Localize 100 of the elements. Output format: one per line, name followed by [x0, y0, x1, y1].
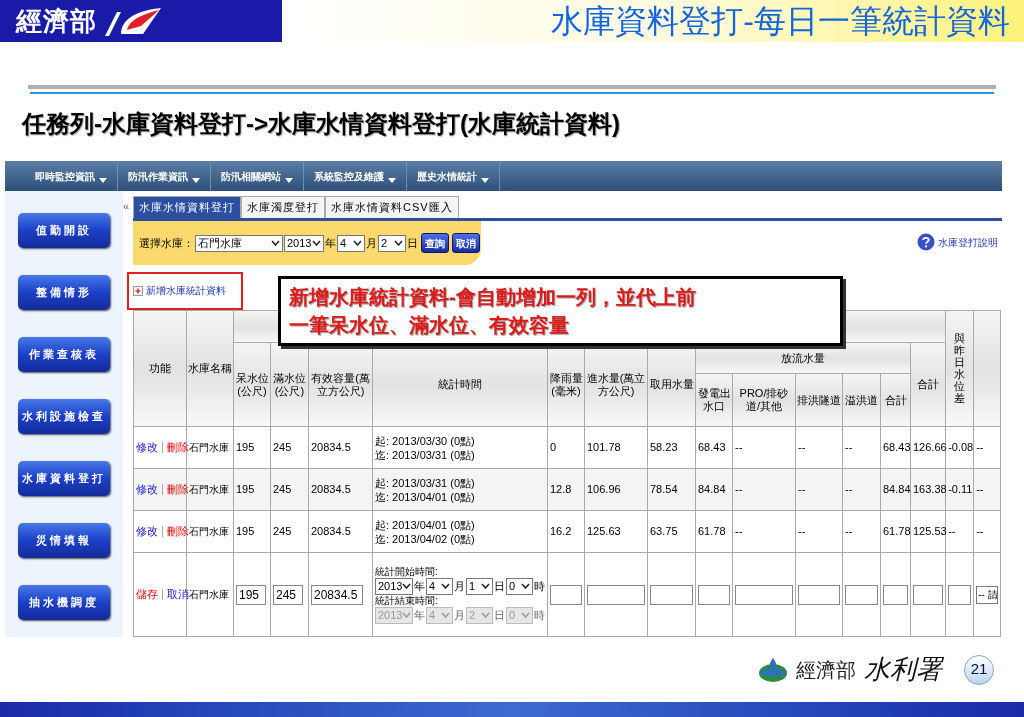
table-cell: 245: [273, 525, 292, 538]
table-cell: 16.2: [550, 525, 572, 538]
delete-link[interactable]: 儲存: [136, 586, 158, 603]
input-field[interactable]: 195: [236, 584, 266, 605]
table-cell: 78.54: [650, 483, 678, 496]
chevron-icon: [521, 612, 530, 618]
sidebar-button[interactable]: 抽水機調度: [18, 585, 110, 620]
table-cell: 68.43: [698, 441, 726, 454]
table-cell: --: [976, 483, 984, 496]
help-icon[interactable]: [917, 233, 935, 251]
table-cell: --: [845, 441, 853, 454]
input-field[interactable]: [798, 584, 840, 605]
table-cell: -0.08: [948, 441, 974, 454]
add-link[interactable]: 新增水庫統計資料: [146, 283, 226, 298]
sidebar-button[interactable]: 值勤開設: [18, 213, 110, 248]
table-cell-text: 迄: 2013/04/01 (0點): [375, 489, 476, 504]
chevron-icon: [271, 240, 280, 246]
add-icon: [133, 285, 143, 296]
input-field[interactable]: [948, 584, 972, 605]
input-field[interactable]: [587, 584, 645, 605]
table-cell: 石門水庫: [189, 442, 229, 454]
edit-link[interactable]: 修改: [136, 439, 158, 456]
chevron-icon: [481, 583, 490, 589]
caret-icon: [481, 177, 489, 183]
input-field[interactable]: [735, 584, 793, 605]
dropdown[interactable]: 2013: [284, 234, 324, 252]
chevron-icon: [402, 583, 412, 589]
menu-item[interactable]: 歷史水情統計: [407, 161, 500, 191]
column-header: 排洪隧道: [797, 393, 841, 406]
unit-label: 年: [414, 578, 425, 594]
dropdown[interactable]: 0: [506, 577, 533, 595]
dropdown[interactable]: 4: [337, 234, 365, 252]
tab[interactable]: 水庫濁度登打: [241, 196, 325, 218]
edit-link[interactable]: 修改: [136, 481, 158, 498]
sidebar-button[interactable]: 作業查核表: [18, 337, 110, 372]
table-cell: 0: [550, 441, 557, 454]
table-cell-text: 起: 2013/03/31 (0點): [375, 475, 476, 490]
input-field[interactable]: [550, 584, 582, 605]
chevron-icon: [353, 240, 362, 246]
unit-label: 月: [454, 607, 465, 623]
delete-link[interactable]: 刪除: [167, 481, 189, 498]
table-cell-text: 起: 2013/03/30 (0點): [375, 433, 476, 448]
input-field[interactable]: [883, 584, 908, 605]
table-cell-text: 迄: 2013/04/02 (0點): [375, 531, 476, 546]
page-number: 21: [964, 654, 994, 685]
menu-item[interactable]: 系統監控及維護: [304, 161, 407, 191]
column-header: 統計時間: [438, 378, 482, 390]
table-cell: --: [845, 525, 853, 538]
column-header: 放流水量: [781, 351, 825, 364]
table-cell: 245: [273, 483, 292, 496]
column-header: 取用水量: [649, 378, 694, 390]
edit-link[interactable]: 取消: [167, 586, 189, 603]
field-label: 統計結束時間:: [375, 594, 439, 607]
chevron-icon: [441, 583, 450, 589]
input-field[interactable]: 245: [273, 584, 303, 605]
sidebar-button[interactable]: 災情填報: [18, 523, 110, 558]
unit-label: 日: [494, 607, 505, 623]
unit-label: 時: [534, 578, 545, 594]
delete-link[interactable]: 刪除: [167, 523, 189, 540]
dropdown[interactable]: 4: [426, 577, 453, 595]
org-name: 經濟部: [16, 4, 97, 38]
table-cell: 84.84: [698, 483, 726, 496]
sidebar-button[interactable]: 水利設施檢查: [18, 399, 110, 434]
chevron-icon: [312, 240, 321, 246]
query-button[interactable]: 查詢: [421, 233, 449, 253]
delete-link[interactable]: 刪除: [167, 439, 189, 456]
input-field[interactable]: 20834.5: [311, 584, 363, 605]
sidebar-button[interactable]: 整備情形: [18, 275, 110, 310]
input-field[interactable]: [698, 584, 730, 605]
dropdown[interactable]: 1: [466, 577, 493, 595]
tab[interactable]: 水庫水情資料CSV匯入: [325, 196, 459, 218]
input-field[interactable]: [650, 584, 693, 605]
collapse-toggle[interactable]: «: [123, 200, 130, 212]
menu-item[interactable]: 防汛相關網站: [211, 161, 304, 191]
table-cell: --: [735, 441, 743, 454]
table-cell: 61.78: [698, 525, 726, 538]
table-cell: -0.11: [948, 483, 973, 496]
input-field[interactable]: [913, 584, 944, 605]
table-cell: 84.84: [883, 483, 911, 496]
dropdown[interactable]: 2: [378, 234, 406, 252]
dropdown[interactable]: -- 請: [976, 585, 999, 604]
callout-text: 新增水庫統計資料-會自動增加一列，並代上前: [289, 285, 697, 310]
column-header: 功能: [149, 362, 171, 374]
table-cell-text: 起: 2013/04/01 (0點): [375, 517, 476, 532]
chevron-icon: [394, 240, 403, 246]
dropdown[interactable]: 2013: [375, 577, 413, 595]
input-field[interactable]: [845, 584, 878, 605]
column-header: 降雨量(毫米): [549, 371, 583, 397]
edit-link[interactable]: 修改: [136, 523, 158, 540]
table-cell: 石門水庫: [189, 484, 229, 496]
dropdown[interactable]: 石門水庫: [195, 234, 283, 252]
table-cell: 20834.5: [311, 525, 351, 538]
column-header: 水庫名稱: [188, 362, 232, 374]
help-link[interactable]: 水庫登打說明: [938, 234, 998, 250]
footer-agency: 水利署: [864, 653, 942, 686]
table-cell: 125.53: [913, 525, 947, 538]
tab[interactable]: 水庫水情資料登打: [133, 196, 241, 218]
cancel-button[interactable]: 取消: [452, 233, 480, 253]
sidebar-button[interactable]: 水庫資料登打: [18, 461, 110, 496]
table-cell: 163.38: [913, 483, 947, 496]
